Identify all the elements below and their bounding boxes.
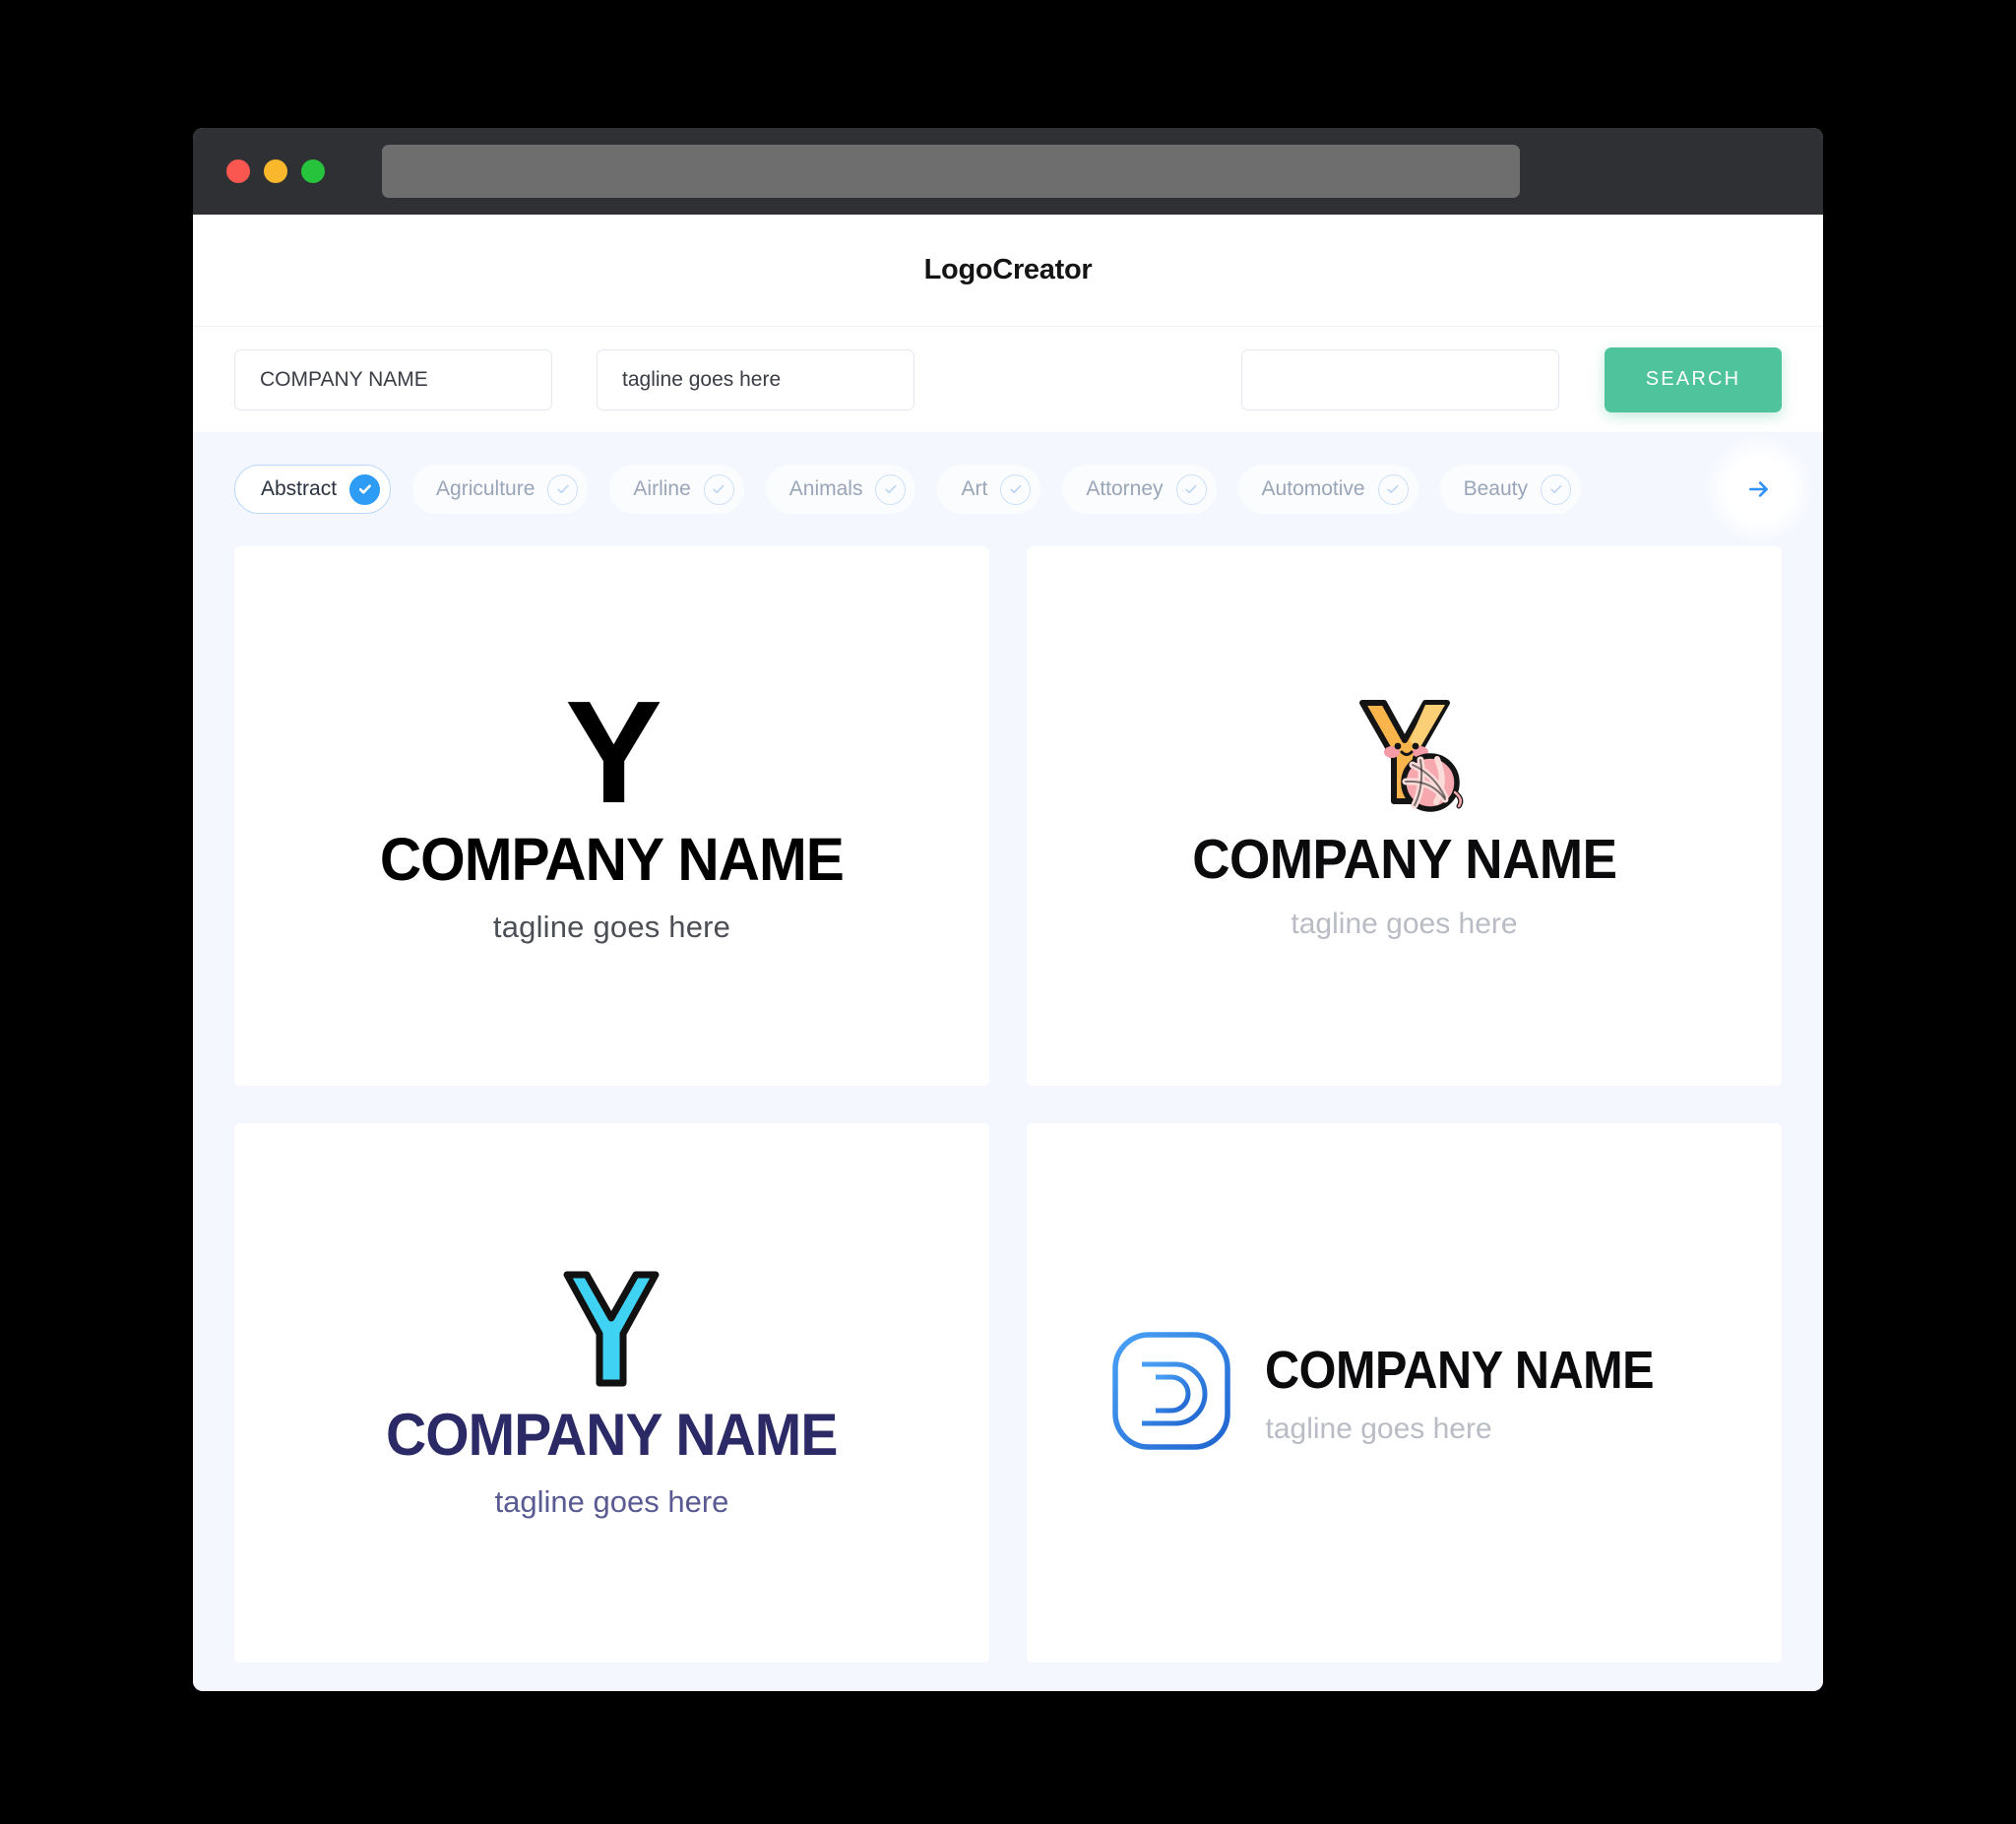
logo-tagline: tagline goes here: [1291, 908, 1518, 940]
logo-company-name: COMPANY NAME: [1191, 828, 1617, 891]
chip-label: Airline: [633, 477, 691, 500]
address-bar[interactable]: [382, 145, 1520, 198]
chip-label: Agriculture: [436, 477, 536, 500]
logo-preview: COMPANY NAME tagline goes here: [1110, 1330, 1697, 1457]
logo-card-4[interactable]: COMPANY NAME tagline goes here: [1027, 1123, 1782, 1663]
logo-card-2[interactable]: COMPANY NAME tagline goes here: [1027, 546, 1782, 1086]
logo-text-block: COMPANY NAME tagline goes here: [1265, 1340, 1697, 1446]
maximize-window-button[interactable]: [301, 159, 325, 183]
logo-mark-d-monogram: [1110, 1330, 1232, 1457]
check-icon: [1541, 473, 1571, 505]
next-categories-button[interactable]: [1729, 459, 1790, 520]
minimize-window-button[interactable]: [264, 159, 287, 183]
check-icon: [1000, 473, 1032, 505]
logo-card-1[interactable]: Y COMPANY NAME tagline goes here: [234, 546, 989, 1086]
category-chip-agriculture[interactable]: Agriculture: [412, 465, 589, 514]
search-toolbar: SEARCH: [193, 326, 1823, 432]
category-chip-abstract[interactable]: Abstract: [234, 465, 392, 514]
logo-preview: COMPANY NAME tagline goes here: [1176, 691, 1633, 941]
check-icon: [703, 473, 734, 505]
logo-mark-letter-y: Y: [565, 671, 662, 835]
check-icon: [875, 473, 907, 505]
company-name-input[interactable]: [234, 348, 552, 410]
chip-label: Attorney: [1086, 477, 1164, 500]
search-button[interactable]: SEARCH: [1605, 346, 1782, 412]
category-chip-art[interactable]: Art: [937, 465, 1041, 514]
app-header: LogoCreator: [193, 215, 1823, 326]
logo-results-grid: Y COMPANY NAME tagline goes here COMPANY…: [234, 546, 1782, 1663]
logo-tagline: tagline goes here: [494, 1483, 729, 1519]
chip-label: Abstract: [261, 477, 338, 500]
category-filter-bar: Abstract Agriculture Airline Animals Art…: [234, 432, 1790, 546]
category-chip-automotive[interactable]: Automotive: [1237, 465, 1418, 514]
logo-tagline: tagline goes here: [1265, 1413, 1492, 1445]
logo-mark-cyan-y: [374, 1267, 849, 1391]
app-title: LogoCreator: [923, 254, 1093, 285]
category-chip-animals[interactable]: Animals: [765, 465, 916, 514]
arrow-right-icon: [1749, 481, 1768, 497]
logo-preview: COMPANY NAME tagline goes here: [374, 1267, 849, 1520]
check-icon: [1175, 473, 1207, 505]
logo-company-name: COMPANY NAME: [386, 1401, 838, 1468]
chip-label: Art: [961, 477, 988, 500]
tagline-input[interactable]: [597, 348, 914, 410]
browser-window: LogoCreator SEARCH Abstract Agriculture: [193, 128, 1823, 1691]
logo-preview: Y COMPANY NAME tagline goes here: [370, 671, 853, 944]
category-chip-airline[interactable]: Airline: [609, 465, 744, 514]
check-icon: [349, 473, 381, 505]
chip-label: Animals: [788, 477, 863, 500]
window-titlebar: [193, 128, 1823, 215]
close-window-button[interactable]: [226, 159, 250, 183]
check-icon: [547, 473, 579, 505]
traffic-light-group: [226, 159, 325, 183]
logo-company-name: COMPANY NAME: [1265, 1341, 1655, 1400]
logo-card-3[interactable]: COMPANY NAME tagline goes here: [234, 1123, 989, 1663]
keyword-input[interactable]: [1241, 348, 1559, 410]
category-chip-attorney[interactable]: Attorney: [1062, 465, 1217, 514]
category-chip-beauty[interactable]: Beauty: [1439, 465, 1581, 514]
app-body: Abstract Agriculture Airline Animals Art…: [193, 432, 1823, 1691]
logo-mark-kawaii-yarn-y: [1176, 691, 1633, 817]
logo-tagline: tagline goes here: [492, 909, 731, 944]
check-icon: [1377, 473, 1409, 505]
logo-company-name: COMPANY NAME: [379, 825, 845, 893]
chip-label: Beauty: [1463, 477, 1528, 500]
chip-label: Automotive: [1261, 477, 1365, 500]
